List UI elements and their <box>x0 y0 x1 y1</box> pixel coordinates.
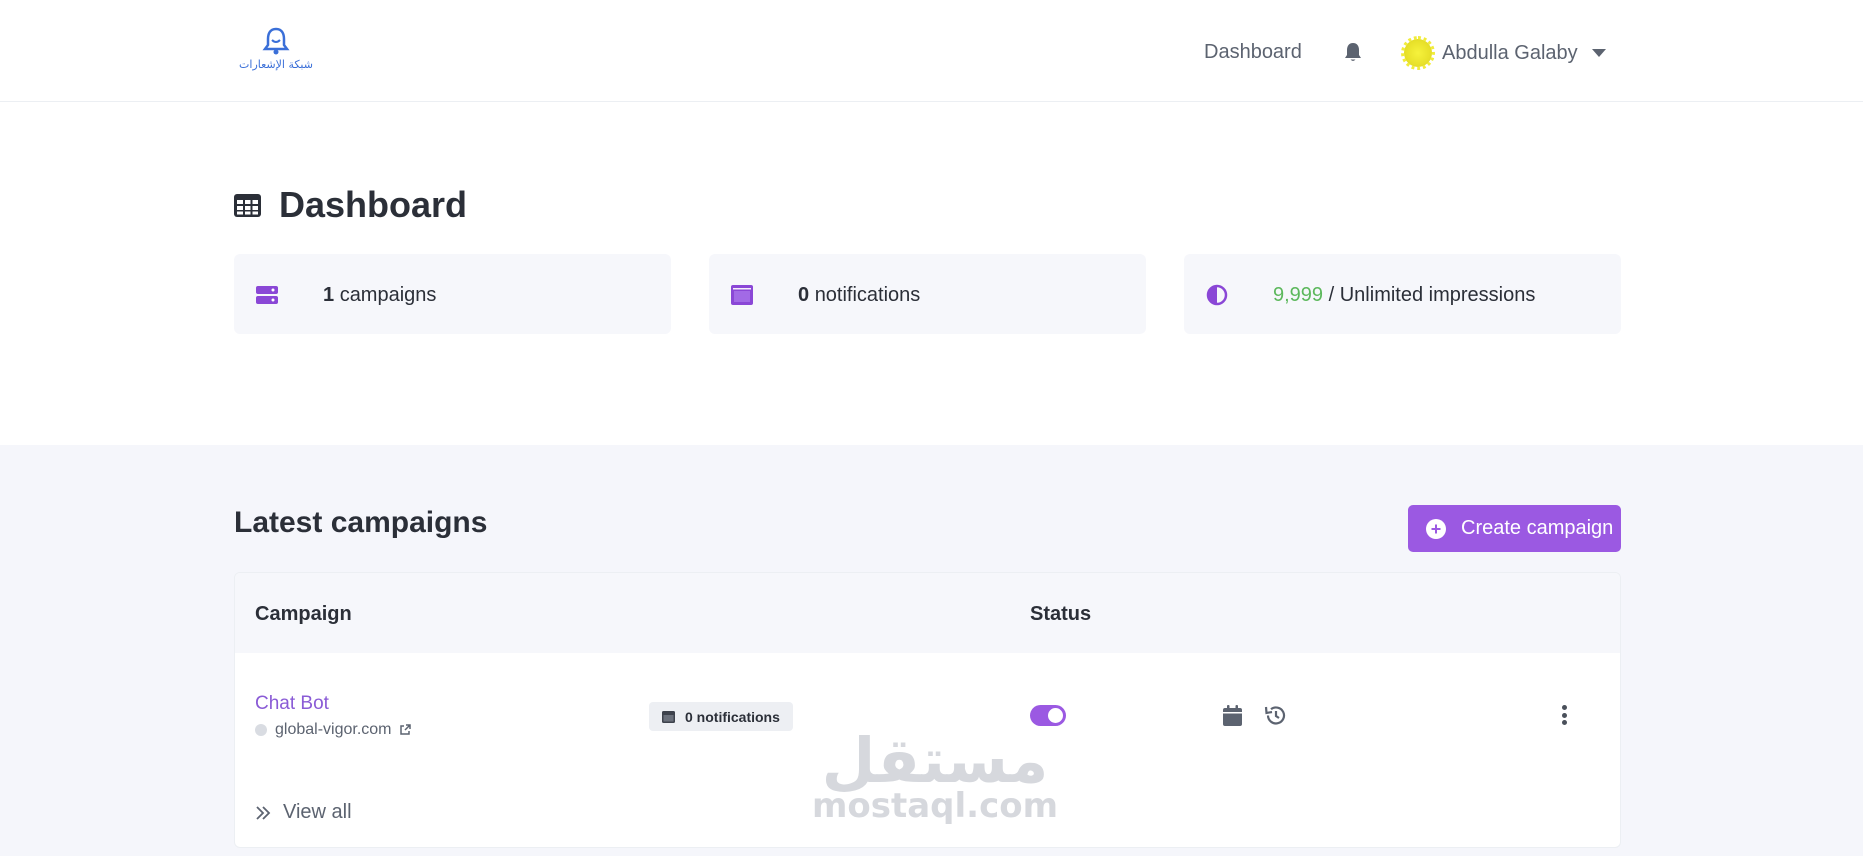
stat-campaigns-text: 1 campaigns <box>323 284 436 307</box>
stat-notifications-text: 0 notifications <box>798 284 920 307</box>
calendar-icon[interactable] <box>1223 705 1242 726</box>
top-navbar: شبكة الإشعارات Dashboard Abdulla Galaby <box>0 0 1863 102</box>
stat-impressions-used: 9,999 <box>1273 284 1324 306</box>
dot <box>1561 712 1567 718</box>
stat-campaigns-label: campaigns <box>339 284 437 306</box>
notifications-badge-text: 0 notifications <box>685 708 780 725</box>
notifications-badge: 0 notifications <box>649 702 793 731</box>
stat-notifications-count: 0 <box>798 284 810 306</box>
adjust-icon <box>1206 284 1228 306</box>
history-icon[interactable] <box>1264 705 1286 726</box>
table-header: Campaign Status <box>235 573 1620 653</box>
double-chevron-right-icon <box>256 805 271 820</box>
page-title: Dashboard <box>234 184 467 226</box>
nav-dashboard-link[interactable]: Dashboard <box>1204 41 1302 64</box>
stat-notifications-label: notifications <box>814 284 921 306</box>
server-icon <box>256 286 278 304</box>
window-icon <box>731 285 753 305</box>
create-campaign-button[interactable]: Create campaign <box>1408 505 1621 552</box>
campaign-domain: global-vigor.com <box>255 721 411 739</box>
create-campaign-label: Create campaign <box>1461 517 1614 539</box>
campaign-domain-text: global-vigor.com <box>275 721 392 738</box>
bell-logo-icon <box>262 27 290 55</box>
external-link-icon[interactable] <box>399 724 411 736</box>
ellipsis-vertical-icon[interactable] <box>1561 705 1567 725</box>
caret-down-icon <box>1591 49 1606 57</box>
stat-impressions-label: / Unlimited impressions <box>1328 284 1536 306</box>
stat-campaigns-count: 1 <box>323 284 335 306</box>
watermark-latin: mostaql.com <box>811 786 1059 826</box>
user-name: Abdulla Galaby <box>1442 41 1578 64</box>
stat-card-campaigns: 1 campaigns <box>234 254 671 334</box>
favicon-icon <box>255 724 267 736</box>
column-header-status: Status <box>1030 603 1092 625</box>
plus-circle-icon <box>1426 518 1446 539</box>
column-header-campaign: Campaign <box>255 603 352 625</box>
stat-card-notifications: 0 notifications <box>709 254 1146 334</box>
dot <box>1561 720 1567 725</box>
view-all-label: View all <box>283 801 352 823</box>
brand-logo[interactable]: شبكة الإشعارات <box>234 26 318 80</box>
stat-impressions-text: 9,999 / Unlimited impressions <box>1273 284 1535 307</box>
bell-icon[interactable] <box>1342 41 1364 63</box>
campaign-name-link[interactable]: Chat Bot <box>255 693 329 715</box>
campaign-status-toggle[interactable] <box>1030 705 1066 726</box>
dot <box>1561 705 1567 710</box>
user-menu[interactable]: Abdulla Galaby <box>1401 36 1606 70</box>
window-icon <box>662 710 675 723</box>
brand-name: شبكة الإشعارات <box>239 58 313 71</box>
stat-card-impressions: 9,999 / Unlimited impressions <box>1184 254 1621 334</box>
avatar <box>1401 36 1435 70</box>
latest-campaigns-title: Latest campaigns <box>234 506 488 539</box>
view-all-link[interactable]: View all <box>255 801 352 824</box>
page-title-text: Dashboard <box>279 184 468 225</box>
watermark-arabic: مستقل <box>821 724 1049 797</box>
watermark: مستقل mostaql.com <box>810 724 1060 826</box>
table-icon <box>234 193 261 217</box>
